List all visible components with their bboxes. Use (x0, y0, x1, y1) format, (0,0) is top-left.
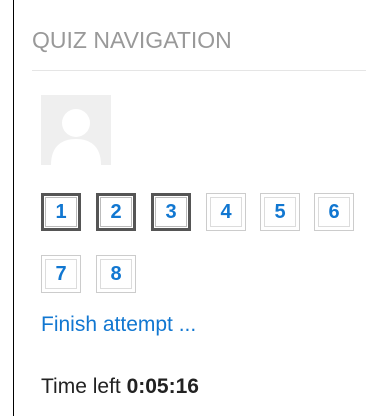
question-button-4[interactable]: 4 (206, 193, 246, 231)
time-left-label: Time left (41, 375, 121, 398)
question-number: 5 (274, 201, 286, 223)
question-number: 6 (328, 201, 340, 223)
quiz-navigation-block: QUIZ NAVIGATION 1 2 3 4 5 6 7 8 Finish a… (14, 0, 366, 416)
user-avatar (41, 95, 111, 165)
block-title: QUIZ NAVIGATION (32, 27, 232, 53)
time-left: Time left 0:05:16 (41, 375, 199, 399)
question-button-3[interactable]: 3 (151, 193, 191, 231)
title-divider (32, 70, 366, 71)
question-button-2[interactable]: 2 (96, 193, 136, 231)
quiz-navigation-screen: QUIZ NAVIGATION 1 2 3 4 5 6 7 8 Finish a… (0, 0, 366, 416)
question-number: 7 (55, 263, 67, 285)
time-left-value: 0:05:16 (126, 375, 199, 398)
question-number: 1 (55, 201, 67, 223)
question-button-1[interactable]: 1 (41, 193, 81, 231)
question-button-7[interactable]: 7 (41, 255, 81, 293)
question-number: 3 (165, 201, 177, 223)
question-number: 4 (220, 201, 232, 223)
finish-attempt-link[interactable]: Finish attempt ... (41, 313, 196, 337)
question-button-8[interactable]: 8 (96, 255, 136, 293)
question-number: 8 (110, 263, 122, 285)
user-silhouette-icon (41, 95, 111, 165)
question-number: 2 (110, 201, 122, 223)
question-button-5[interactable]: 5 (260, 193, 300, 231)
question-button-6[interactable]: 6 (314, 193, 354, 231)
